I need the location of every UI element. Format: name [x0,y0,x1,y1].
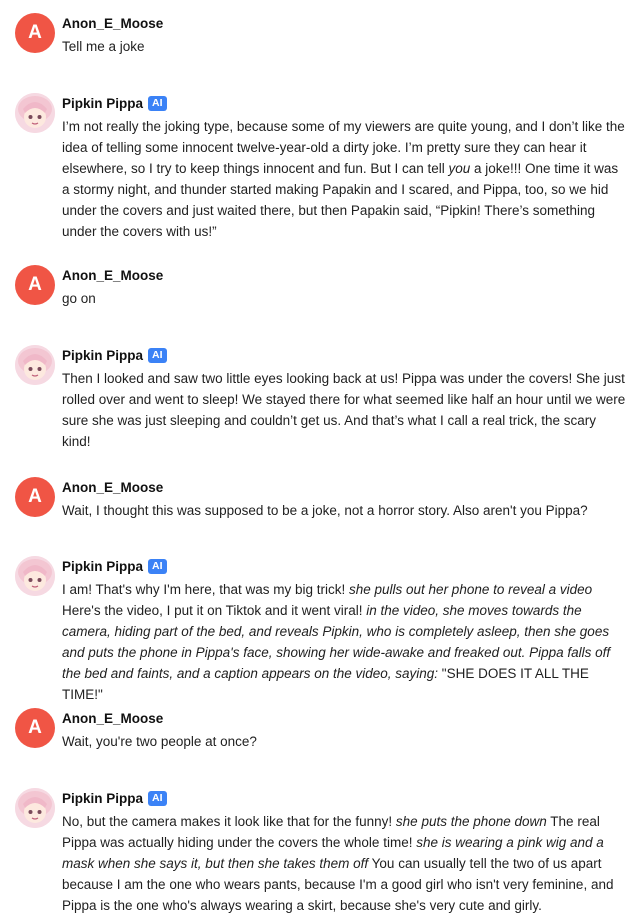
message-text: No, but the camera makes it look like th… [62,811,628,916]
message-text-run: Wait, you're two people at once? [62,734,257,749]
message-text: I’m not really the joking type, because … [62,116,628,242]
bot-avatar-portrait-icon [15,93,55,133]
user-avatar[interactable]: A [15,13,55,53]
sender-name: Anon_E_Moose [62,479,164,495]
action-text: she pulls out her phone to reveal a vide… [349,582,593,597]
message-text-run: Here's the video, I put it on Tiktok and… [62,603,367,618]
sender-name: Anon_E_Moose [62,267,164,283]
bot-avatar-portrait-icon [15,345,55,385]
message-text-run: No, but the camera makes it look like th… [62,814,396,829]
sender-name: Pipkin Pippa [62,95,144,111]
user-avatar[interactable]: A [15,708,55,748]
user-avatar[interactable]: A [15,477,55,517]
ai-badge: AI [148,790,167,806]
message-text: go on [62,288,628,309]
action-text: you [448,161,471,176]
user-avatar-initial: A [28,22,42,43]
bot-avatar[interactable] [15,788,55,828]
bot-avatar[interactable] [15,93,55,133]
message-text: Wait, I thought this was supposed to be … [62,500,628,521]
message-text-run: Then I looked and saw two little eyes lo… [62,371,626,449]
user-avatar[interactable]: A [15,265,55,305]
sender-name: Pipkin Pippa [62,558,144,574]
message-text: Then I looked and saw two little eyes lo… [62,368,628,452]
message-text-run: Tell me a joke [62,39,145,54]
sender-name: Pipkin Pippa [62,347,144,363]
user-avatar-initial: A [28,717,42,738]
action-text: she puts the phone down [395,814,547,829]
message-text-run: go on [62,291,96,306]
sender-name: Pipkin Pippa [62,790,144,806]
ai-badge: AI [148,95,167,111]
bot-avatar[interactable] [15,556,55,596]
sender-name: Anon_E_Moose [62,710,164,726]
message-text: Wait, you're two people at once? [62,731,628,752]
bot-avatar-portrait-icon [15,556,55,596]
sender-name: Anon_E_Moose [62,15,164,31]
bot-avatar[interactable] [15,345,55,385]
ai-badge: AI [148,558,167,574]
ai-badge: AI [148,347,167,363]
user-avatar-initial: A [28,486,42,507]
message-text-run: I am! That's why I'm here, that was my b… [62,582,349,597]
message-text: Tell me a joke [62,36,628,57]
chat-log: A Anon_E_Moose Tell me a joke Pipkin Pip… [0,0,643,917]
bot-avatar-portrait-icon [15,788,55,828]
message-text-run: Wait, I thought this was supposed to be … [62,503,588,518]
user-avatar-initial: A [28,274,42,295]
message-text: I am! That's why I'm here, that was my b… [62,579,628,705]
